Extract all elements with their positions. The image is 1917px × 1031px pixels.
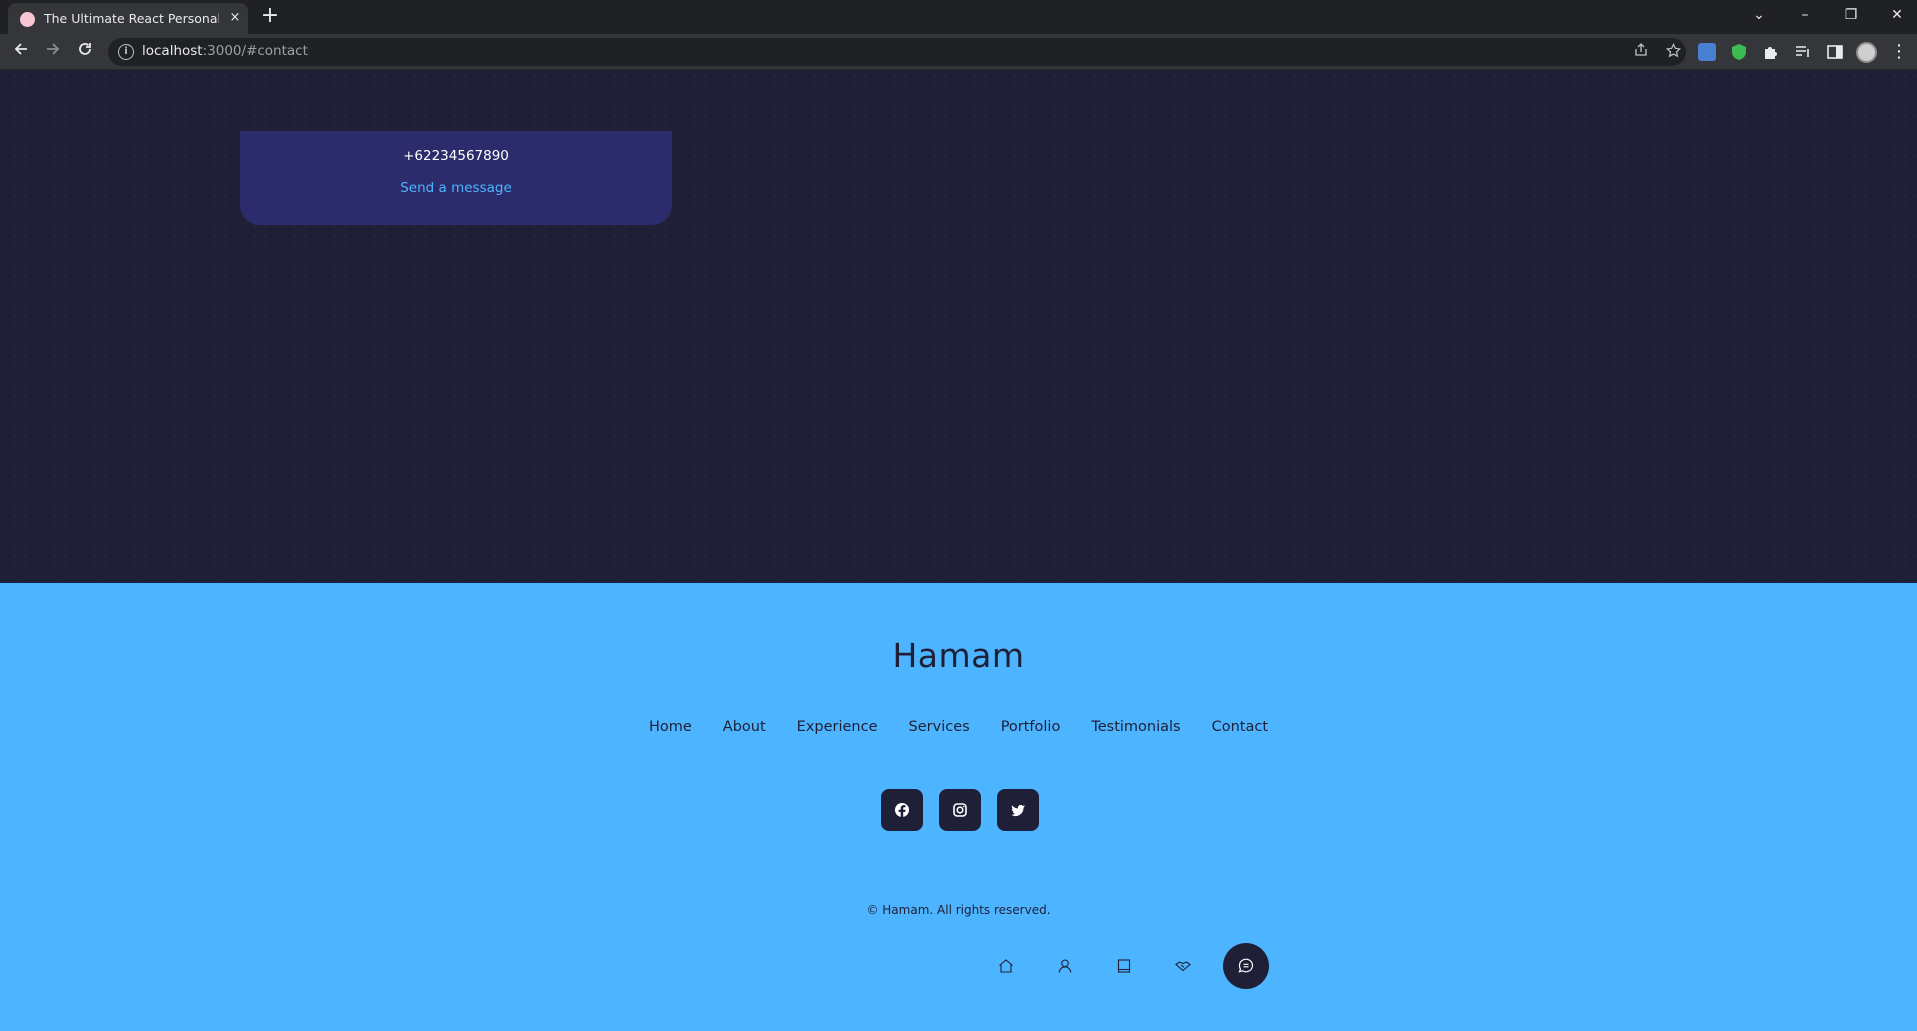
contact-phone: +62234567890 bbox=[403, 148, 509, 164]
close-window-button[interactable]: ✕ bbox=[1882, 4, 1912, 26]
send-message-link[interactable]: Send a message bbox=[240, 180, 672, 196]
url-text: localhost:3000/#contact bbox=[142, 43, 308, 59]
instagram-icon bbox=[953, 803, 967, 817]
url-host: localhost bbox=[142, 43, 203, 59]
footer: Hamam Home About Experience Services Por… bbox=[0, 583, 1917, 1031]
back-button[interactable] bbox=[9, 40, 33, 64]
minimize-button[interactable]: – bbox=[1790, 4, 1820, 26]
browser-toolbar: i localhost:3000/#contact bbox=[0, 34, 1917, 70]
shield-extension-icon[interactable] bbox=[1730, 43, 1748, 61]
profile-avatar[interactable] bbox=[1856, 42, 1877, 63]
copyright-text: © Hamam. All rights reserved. bbox=[866, 903, 1051, 917]
floating-bottom-nav bbox=[985, 941, 1275, 991]
url-path: :3000/#contact bbox=[202, 43, 308, 59]
handshake-icon bbox=[1175, 961, 1191, 972]
favicon-icon bbox=[20, 12, 35, 27]
reload-icon bbox=[79, 43, 91, 55]
bookmark-star-icon[interactable] bbox=[1664, 42, 1682, 61]
restore-button[interactable]: ❐ bbox=[1836, 4, 1866, 26]
browser-tab[interactable]: The Ultimate React Personal Portfolio × bbox=[8, 3, 248, 34]
user-icon bbox=[1058, 959, 1072, 973]
nav-about-button[interactable] bbox=[1044, 945, 1086, 987]
message-icon bbox=[1238, 958, 1254, 973]
instagram-button[interactable] bbox=[939, 789, 981, 831]
footer-link-home[interactable]: Home bbox=[649, 719, 692, 735]
extensions-puzzle-icon[interactable] bbox=[1762, 43, 1780, 61]
translate-extension-icon[interactable] bbox=[1698, 43, 1716, 61]
address-bar[interactable]: i localhost:3000/#contact bbox=[108, 38, 1686, 66]
facebook-icon bbox=[895, 803, 909, 818]
nav-home-button[interactable] bbox=[985, 945, 1027, 987]
arrow-left-icon bbox=[14, 43, 27, 55]
tab-search-button[interactable]: ⌄ bbox=[1744, 4, 1774, 26]
footer-link-experience[interactable]: Experience bbox=[797, 719, 878, 735]
new-tab-button[interactable]: + bbox=[258, 5, 282, 29]
footer-link-portfolio[interactable]: Portfolio bbox=[1001, 719, 1061, 735]
arrow-right-icon bbox=[47, 43, 60, 55]
media-queue-icon[interactable] bbox=[1794, 43, 1812, 61]
footer-link-services[interactable]: Services bbox=[909, 719, 970, 735]
footer-logo[interactable]: Hamam bbox=[0, 636, 1917, 675]
forward-button[interactable] bbox=[41, 40, 65, 64]
tab-title: The Ultimate React Personal Portfolio bbox=[44, 11, 219, 26]
reload-button[interactable] bbox=[73, 40, 97, 64]
footer-link-testimonials[interactable]: Testimonials bbox=[1091, 719, 1180, 735]
contact-section: +62234567890 Send a message bbox=[0, 71, 1917, 583]
contact-option-card: +62234567890 Send a message bbox=[240, 131, 672, 225]
footer-links: Home About Experience Services Portfolio… bbox=[0, 719, 1917, 735]
share-icon[interactable] bbox=[1632, 43, 1650, 61]
footer-socials bbox=[880, 789, 1040, 831]
nav-services-button[interactable] bbox=[1162, 945, 1204, 987]
book-icon bbox=[1117, 959, 1131, 973]
browser-menu-icon[interactable]: ⋮ bbox=[1890, 40, 1908, 64]
nav-contact-button[interactable] bbox=[1223, 943, 1269, 989]
home-icon bbox=[999, 959, 1013, 973]
nav-experience-button[interactable] bbox=[1103, 945, 1145, 987]
tab-close-button[interactable]: × bbox=[226, 9, 244, 27]
footer-link-contact[interactable]: Contact bbox=[1212, 719, 1268, 735]
footer-link-about[interactable]: About bbox=[723, 719, 766, 735]
twitter-icon bbox=[1011, 804, 1025, 817]
facebook-button[interactable] bbox=[881, 789, 923, 831]
browser-tab-bar: The Ultimate React Personal Portfolio × … bbox=[0, 0, 1917, 34]
site-info-icon[interactable]: i bbox=[118, 44, 134, 60]
twitter-button[interactable] bbox=[997, 789, 1039, 831]
side-panel-icon[interactable] bbox=[1826, 43, 1844, 61]
